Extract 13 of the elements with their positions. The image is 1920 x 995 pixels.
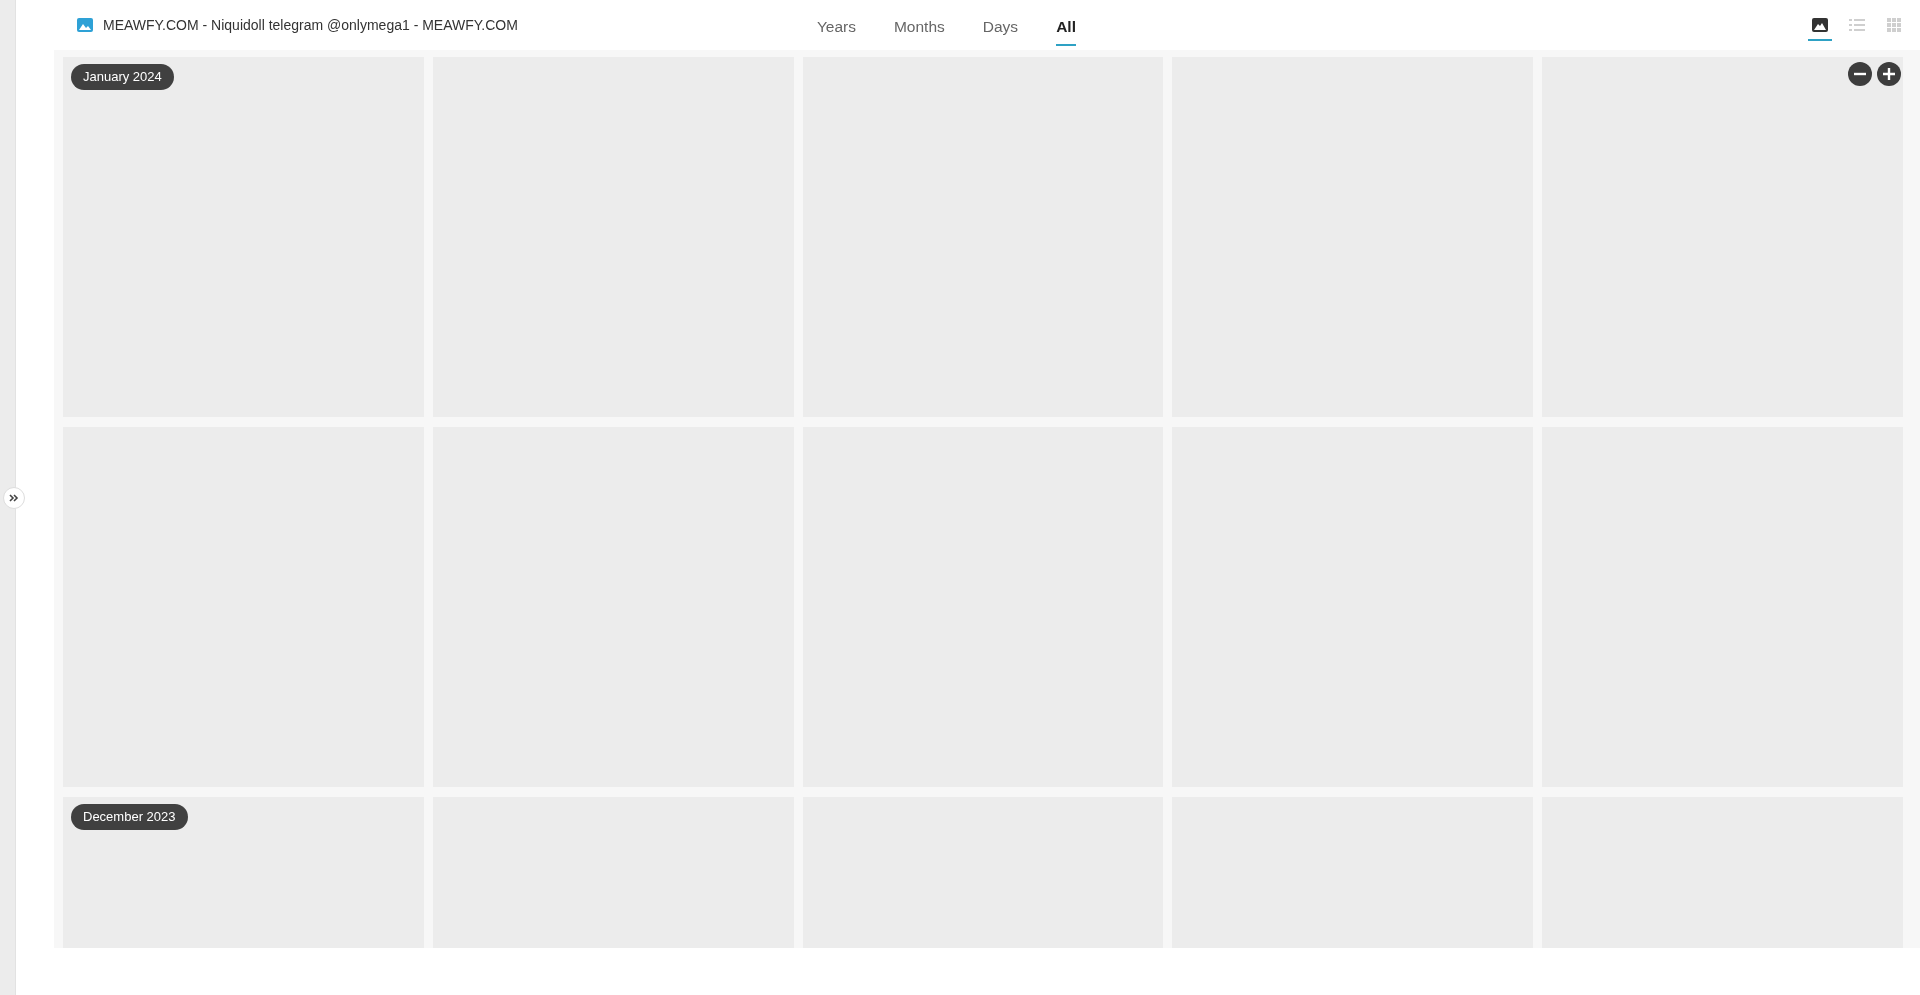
list-icon (1848, 19, 1865, 31)
grid-icon (1886, 18, 1901, 32)
album-title: MEAWFY.COM - Niquidoll telegram @onlymega1 - MEAWFY.COM (103, 15, 518, 35)
plus-icon (1882, 67, 1896, 81)
tab[interactable]: Years (797, 0, 875, 50)
image-icon (77, 18, 93, 32)
month-label: December 2023 (71, 804, 188, 830)
month-label: January 2024 (71, 64, 174, 90)
tab[interactable]: Days (963, 0, 1038, 50)
expand-sidebar-button[interactable] (3, 487, 25, 509)
double-chevron-icon (9, 494, 19, 502)
photo-icon (1811, 18, 1828, 32)
tab[interactable]: Months (874, 0, 964, 50)
